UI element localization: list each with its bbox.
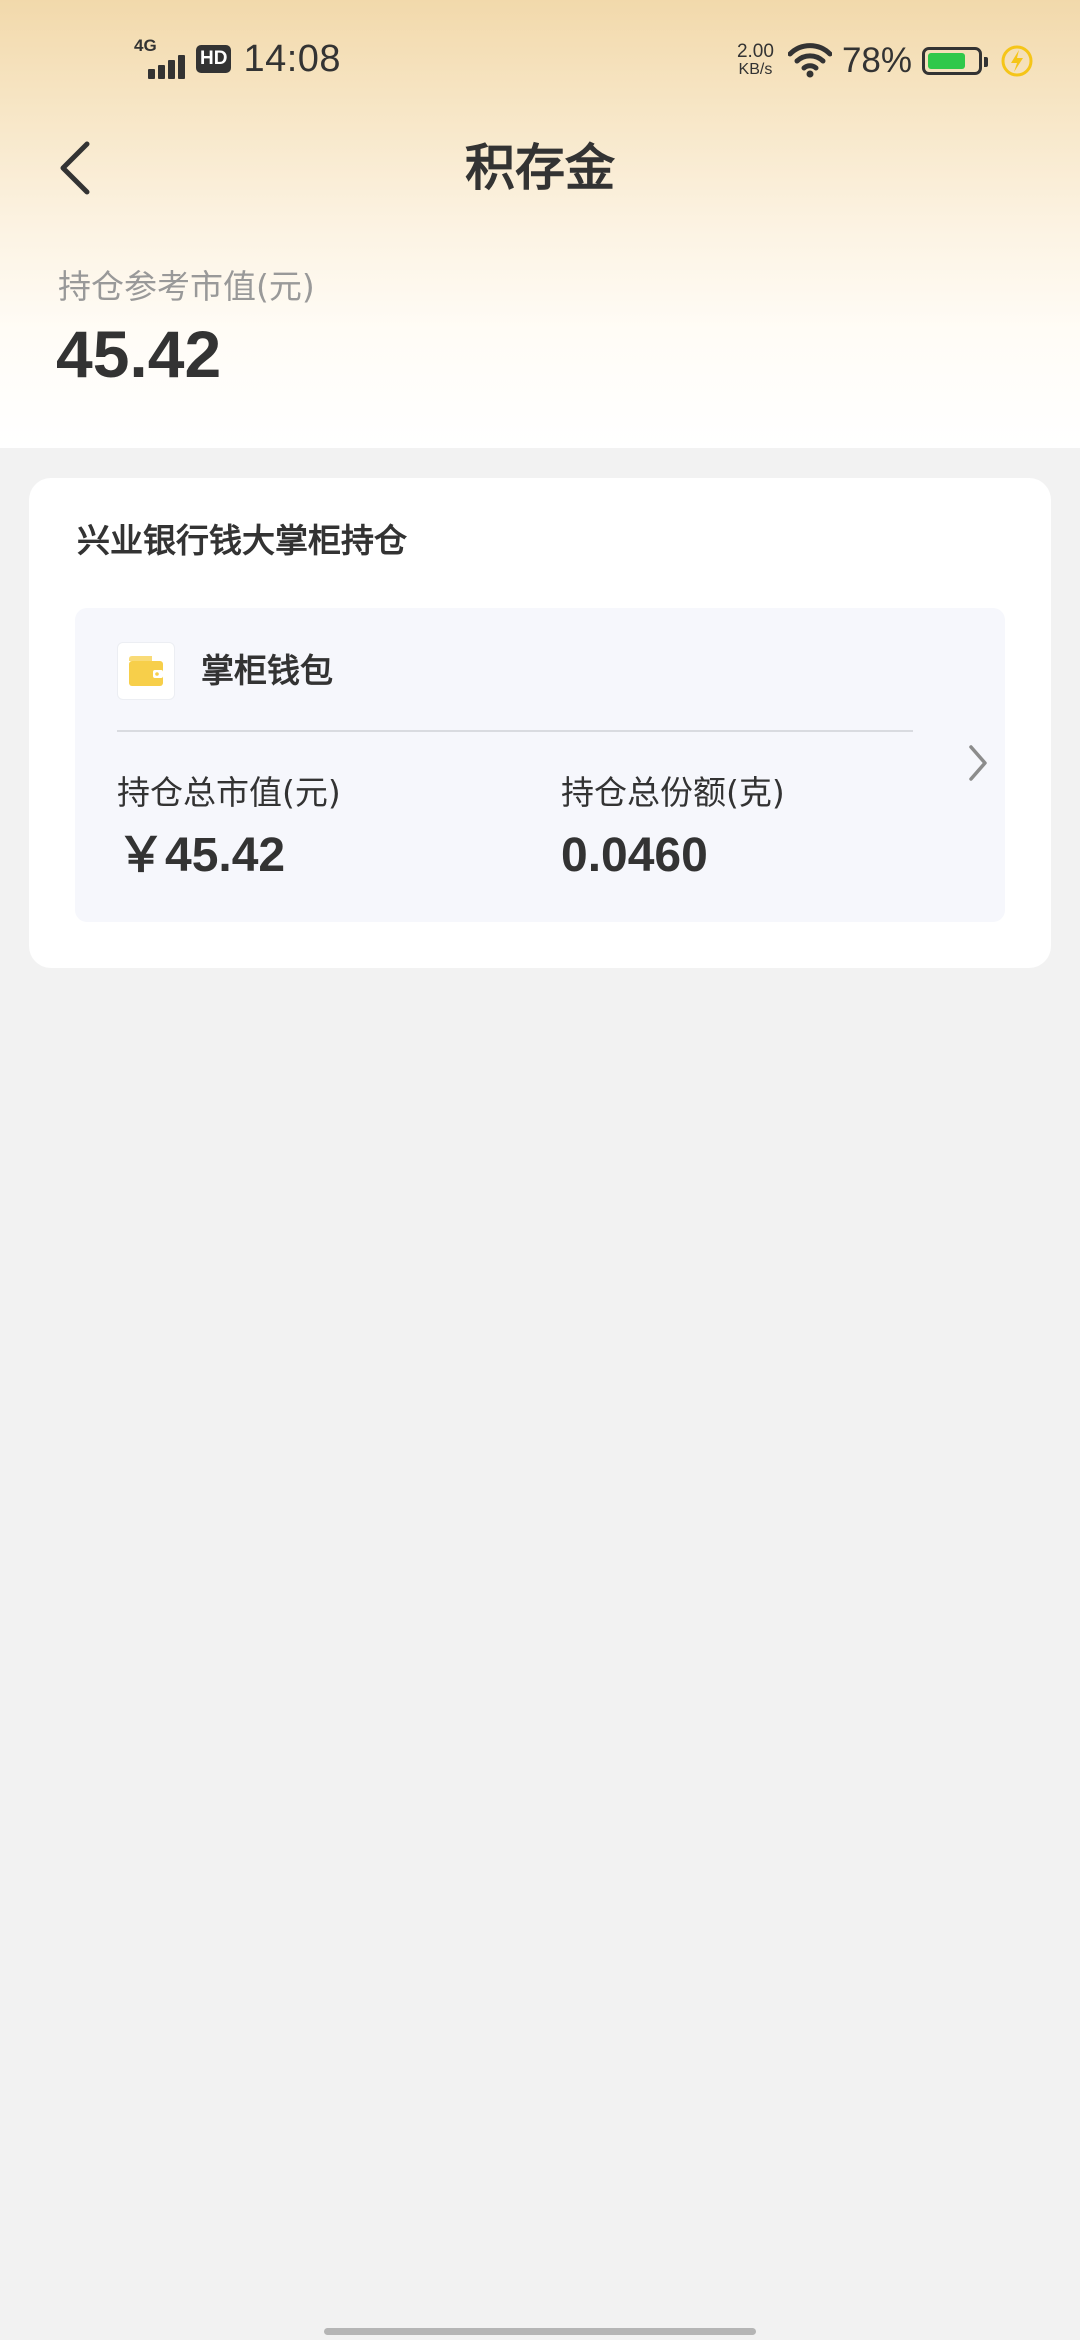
page-title: 积存金 xyxy=(465,139,615,197)
wifi-icon xyxy=(787,43,832,78)
battery-percent: 78% xyxy=(841,41,912,80)
status-right: 2.00 KB/s 78% xyxy=(737,36,1034,86)
wallet-divider xyxy=(117,730,913,732)
wallet-chevron-button[interactable] xyxy=(963,738,993,788)
wallet-icon-box xyxy=(117,642,175,700)
total-value-label: 持仓总市值(元) xyxy=(117,773,341,812)
total-amount-stat: 持仓总份额(克) 0.0460 xyxy=(561,770,785,884)
summary-value: 45.42 xyxy=(56,317,222,391)
chevron-right-icon xyxy=(969,745,987,781)
status-bar: 4G HD 14:08 2.00 KB/s 78% xyxy=(0,0,1080,120)
network-type: 4G xyxy=(134,36,157,55)
lightning-bolt-icon xyxy=(1001,45,1033,77)
total-value-stat: 持仓总市值(元) ￥45.42 xyxy=(117,770,341,884)
network-speed: 2.00 KB/s xyxy=(736,41,774,79)
summary-label: 持仓参考市值(元) xyxy=(58,267,315,306)
status-left: 4G HD 14:08 xyxy=(134,34,341,84)
network-speed-value: 2.00 xyxy=(736,41,774,62)
battery-icon xyxy=(922,47,988,75)
holdings-card: 兴业银行钱大掌柜持仓 掌柜钱包 持仓总市值(元) ￥45.42 持仓总份额(克)… xyxy=(29,478,1051,968)
total-amount: 0.0460 xyxy=(561,829,708,882)
cellular-signal-icon: 4G xyxy=(134,37,192,81)
home-indicator[interactable] xyxy=(324,2328,756,2335)
holdings-card-title: 兴业银行钱大掌柜持仓 xyxy=(77,521,407,560)
hd-badge: HD xyxy=(196,45,232,73)
status-time: 14:08 xyxy=(243,37,342,80)
network-speed-unit: KB/s xyxy=(738,61,773,78)
total-value: ￥45.42 xyxy=(117,829,286,882)
wallet-panel[interactable]: 掌柜钱包 持仓总市值(元) ￥45.42 持仓总份额(克) 0.0460 xyxy=(75,608,1005,922)
battery-fill xyxy=(928,53,965,69)
wallet-name: 掌柜钱包 xyxy=(201,651,333,690)
total-amount-label: 持仓总份额(克) xyxy=(561,773,785,812)
wallet-icon xyxy=(129,656,163,686)
